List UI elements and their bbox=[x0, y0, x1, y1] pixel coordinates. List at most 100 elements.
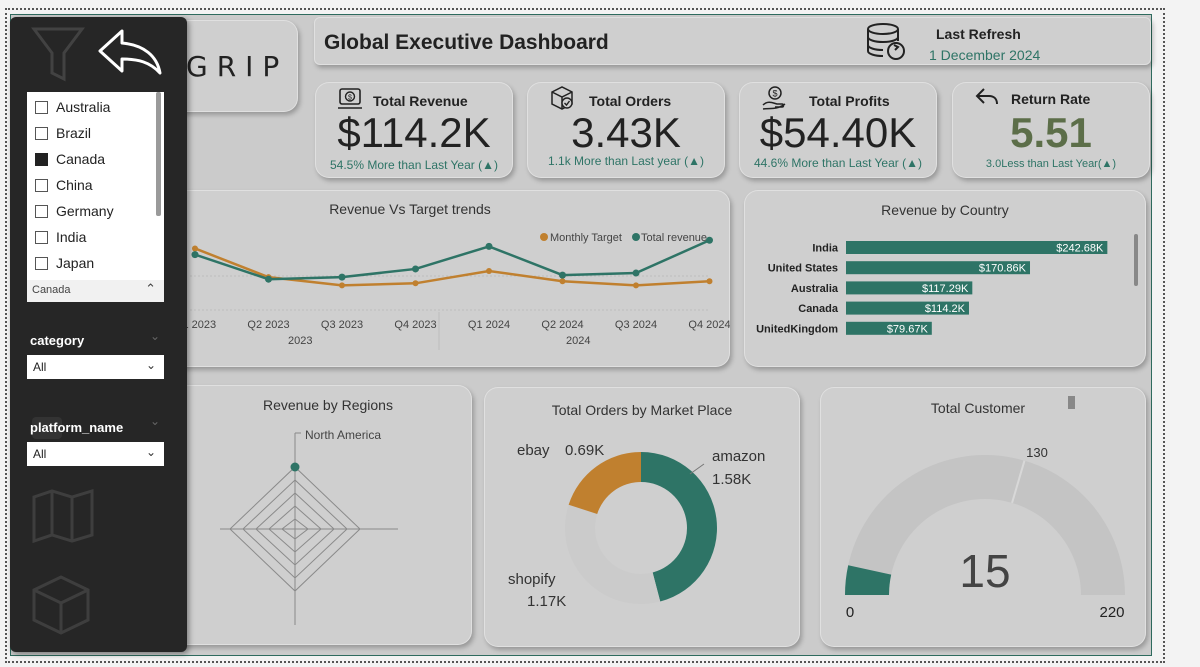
filter-label: Canada bbox=[56, 151, 106, 167]
checkbox[interactable] bbox=[35, 256, 48, 270]
package-icon bbox=[551, 86, 573, 110]
x-tick-label: Q3 2024 bbox=[615, 319, 657, 331]
last-refresh-label: Last Refresh bbox=[936, 26, 1021, 42]
back-arrow-icon[interactable] bbox=[96, 25, 168, 85]
kpi-total-profits: $ Total Profits $54.40K 44.6% More than … bbox=[739, 82, 937, 178]
page-title: Global Executive Dashboard bbox=[324, 31, 609, 54]
filter-item-india[interactable]: India bbox=[35, 229, 86, 245]
filter-item-germany[interactable]: Germany bbox=[35, 203, 114, 219]
kpi-total-revenue: $ Total Revenue $114.2K 54.5% More than … bbox=[315, 82, 513, 178]
database-refresh-icon bbox=[867, 23, 905, 60]
donut-chart: amazon 1.58K ebay 0.69K shopify 1.17K bbox=[508, 442, 765, 610]
kpi-return-rate: Return Rate 5.51 3.0Less than Last Year(… bbox=[952, 82, 1150, 178]
total-customer-card: Total Customer 15 0 220 130 bbox=[820, 387, 1146, 647]
kpi-title: Total Profits bbox=[809, 93, 890, 109]
logo-text: GRIP bbox=[186, 50, 289, 83]
bar-value-label: $170.86K bbox=[979, 263, 1027, 275]
series-point bbox=[633, 282, 639, 289]
scrollbar[interactable] bbox=[156, 92, 161, 216]
value-amazon: 1.58K bbox=[712, 471, 751, 488]
filter-item-brazil[interactable]: Brazil bbox=[35, 125, 91, 141]
line-chart: Monthly Target Total revenue 0K Q1 2023Q… bbox=[174, 232, 730, 350]
kpi-comparison: 3.0Less than Last Year(▲) bbox=[985, 158, 1117, 170]
region-label: North America bbox=[305, 428, 381, 442]
bar-value-label: $79.67K bbox=[887, 323, 929, 335]
country-selected-bar[interactable]: Canada ⌃ bbox=[27, 280, 164, 302]
country-filter-list[interactable]: Australia Brazil Canada China Germany In… bbox=[27, 92, 164, 302]
series-point bbox=[339, 282, 345, 289]
return-arrow-icon bbox=[975, 88, 998, 105]
filter-item-canada[interactable]: Canada bbox=[35, 151, 105, 167]
platform-dropdown[interactable]: All ⌄ bbox=[27, 442, 164, 466]
filter-label: China bbox=[56, 177, 93, 193]
legend-target: Monthly Target bbox=[550, 232, 622, 244]
bar-value-label: $117.29K bbox=[922, 283, 969, 295]
profit-hand-icon: $ bbox=[762, 86, 786, 110]
svg-text:$: $ bbox=[348, 95, 352, 102]
series-point bbox=[191, 251, 199, 259]
checkbox[interactable] bbox=[35, 100, 48, 114]
checkbox[interactable] bbox=[35, 126, 48, 140]
bar-category-label: Australia bbox=[791, 283, 839, 295]
series-point bbox=[559, 278, 566, 285]
series-point bbox=[338, 273, 346, 281]
gauge-min: 0 bbox=[846, 604, 854, 621]
kpi-title: Total Orders bbox=[589, 93, 672, 109]
filter-label: Germany bbox=[56, 203, 114, 219]
bar-value-label: $242.68K bbox=[1056, 243, 1104, 255]
series-point bbox=[632, 269, 640, 277]
checkbox[interactable] bbox=[35, 178, 48, 192]
label-amazon: amazon bbox=[712, 448, 765, 465]
filter-item-australia[interactable]: Australia bbox=[35, 99, 110, 115]
legend-revenue: Total revenue bbox=[641, 232, 707, 244]
chevron-down-icon[interactable]: ⌄ bbox=[150, 329, 160, 343]
kpi-comparison: 54.5% More than Last Year (▲) bbox=[330, 158, 498, 172]
chevron-down-icon[interactable]: ⌄ bbox=[150, 414, 160, 428]
value-shopify: 1.17K bbox=[527, 593, 566, 610]
radar-chart: North America bbox=[220, 428, 398, 625]
series-point bbox=[559, 271, 566, 279]
category-dropdown[interactable]: All ⌄ bbox=[27, 355, 164, 379]
kpi-total-orders: Total Orders 3.43K 1.1k More than Last y… bbox=[527, 82, 725, 178]
platform-value: All bbox=[33, 447, 47, 461]
map-icon bbox=[32, 488, 94, 544]
year-label-2024: 2024 bbox=[566, 335, 590, 347]
x-tick-label: Q4 2023 bbox=[394, 319, 436, 331]
category-value: All bbox=[33, 360, 47, 374]
kpi-value: $54.40K bbox=[759, 109, 917, 156]
kpi-title: Total Revenue bbox=[373, 93, 468, 109]
x-tick-label: Q4 2024 bbox=[688, 319, 730, 331]
kpi-value: 3.43K bbox=[571, 109, 681, 156]
checkbox[interactable] bbox=[35, 230, 48, 244]
x-tick-label: Q1 2024 bbox=[468, 319, 510, 331]
kpi-title: Return Rate bbox=[1011, 91, 1091, 107]
gauge-value: 15 bbox=[959, 545, 1010, 597]
filter-label: Japan bbox=[56, 255, 95, 271]
svg-text:$: $ bbox=[772, 89, 777, 99]
series-line bbox=[194, 239, 711, 281]
money-icon: $ bbox=[338, 88, 362, 109]
platform-label: platform_name bbox=[30, 420, 124, 435]
bar-category-label: UnitedKingdom bbox=[756, 323, 838, 335]
region-point bbox=[290, 462, 300, 472]
bar-category-label: United States bbox=[768, 263, 838, 275]
series-point bbox=[485, 242, 493, 250]
checkbox-checked[interactable] bbox=[35, 152, 48, 166]
chevron-down-icon: ⌄ bbox=[145, 445, 156, 459]
filter-item-japan[interactable]: Japan bbox=[35, 255, 94, 271]
chevron-up-icon[interactable]: ⌃ bbox=[145, 281, 156, 297]
gauge-chart: 15 0 220 130 bbox=[845, 396, 1125, 621]
bar-value-label: $114.2K bbox=[925, 303, 966, 315]
series-point bbox=[706, 236, 713, 244]
filter-label: Australia bbox=[56, 99, 111, 115]
checkbox[interactable] bbox=[35, 204, 48, 218]
series-point bbox=[706, 278, 713, 285]
chevron-down-icon: ⌄ bbox=[145, 358, 156, 372]
value-ebay: 0.69K bbox=[565, 442, 604, 459]
series-point bbox=[192, 245, 198, 252]
series-point bbox=[265, 275, 272, 283]
label-shopify: shopify bbox=[508, 571, 556, 588]
series-point bbox=[412, 280, 419, 287]
filter-item-china[interactable]: China bbox=[35, 177, 93, 193]
title-bar: Global Executive Dashboard Last Refresh … bbox=[314, 17, 1151, 65]
